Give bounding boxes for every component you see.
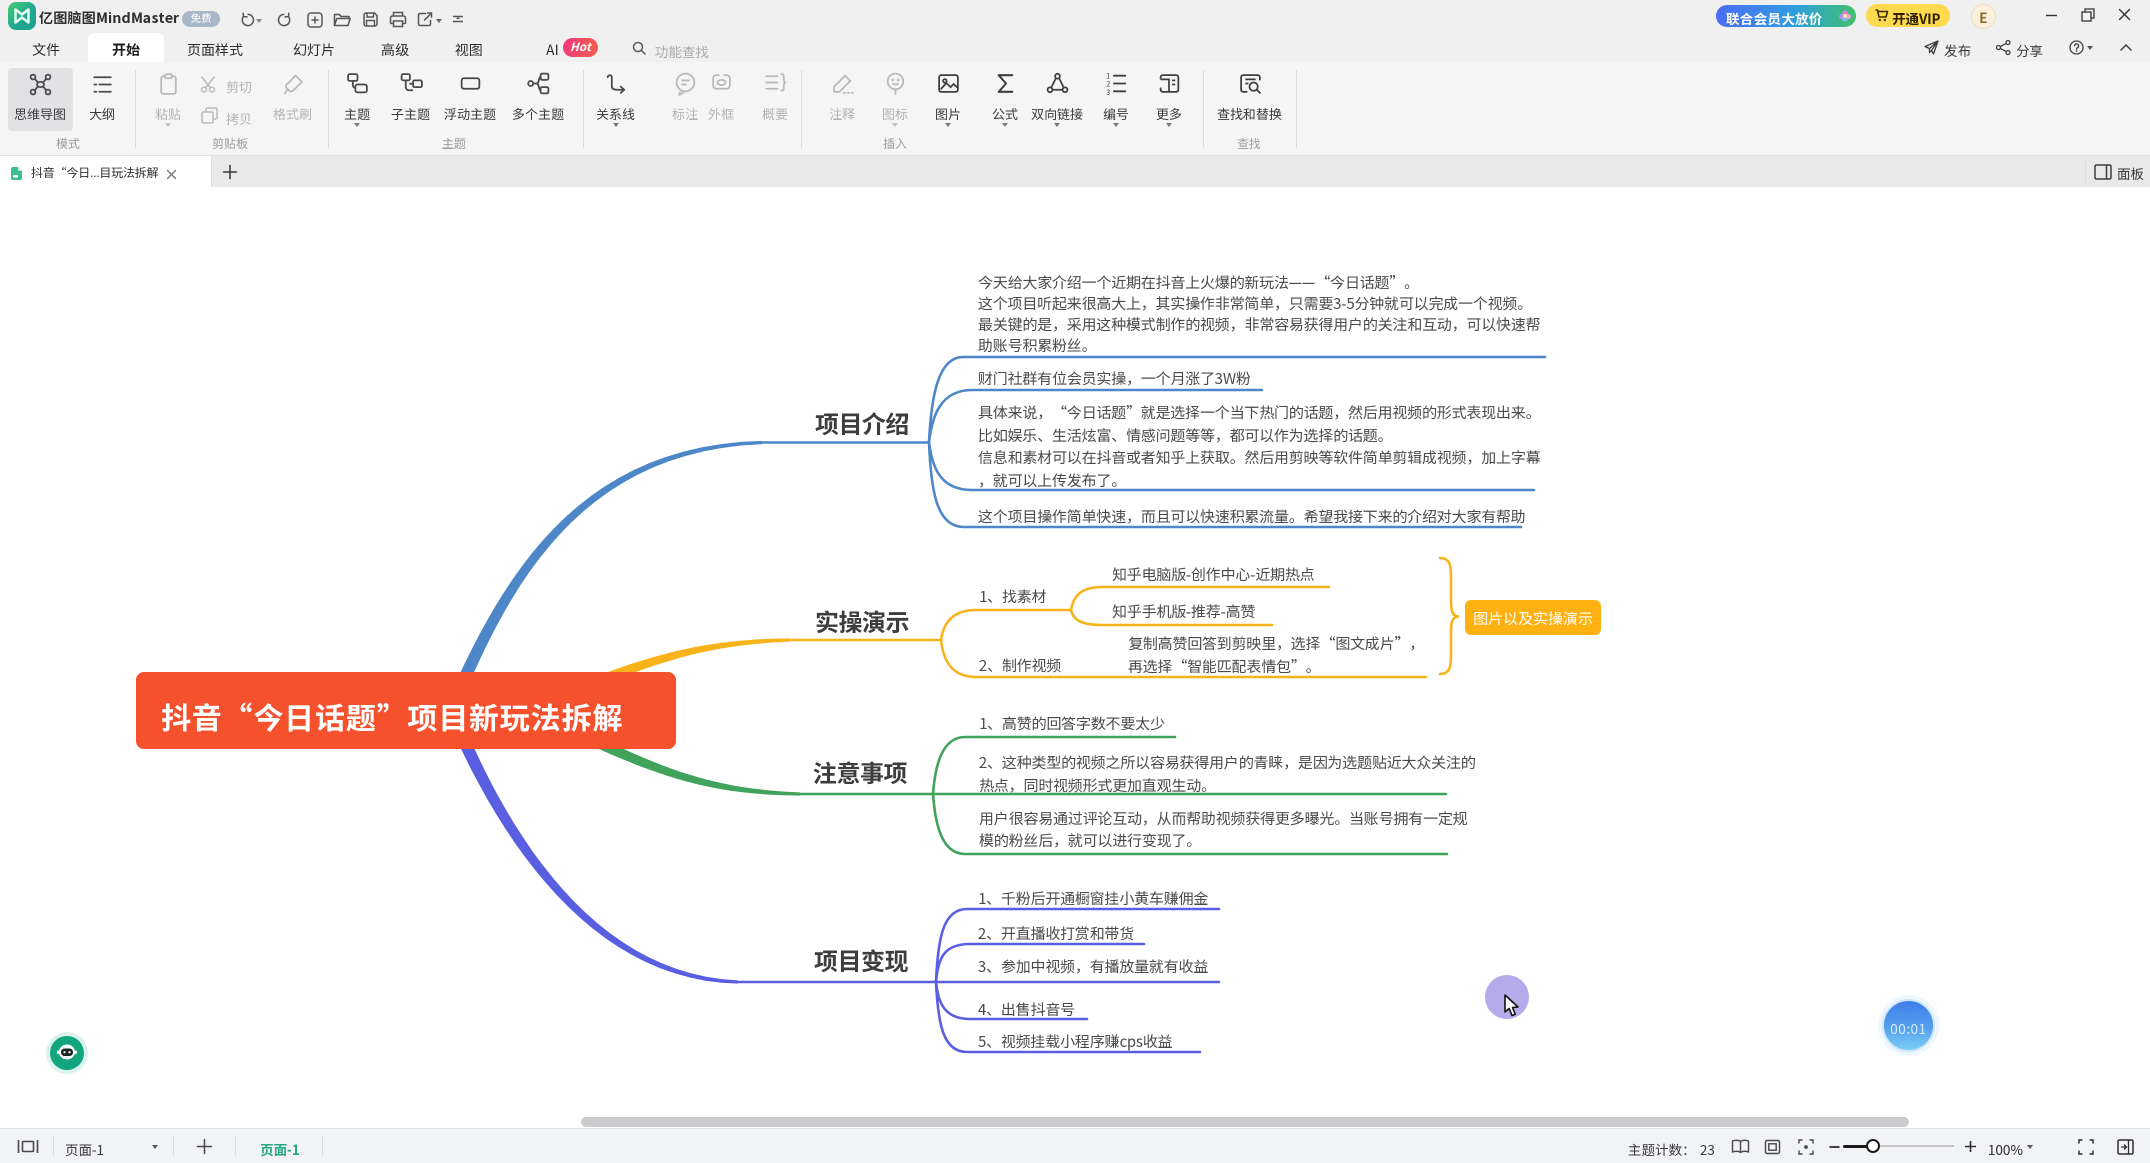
svg-text:3: 3 xyxy=(1106,88,1110,96)
